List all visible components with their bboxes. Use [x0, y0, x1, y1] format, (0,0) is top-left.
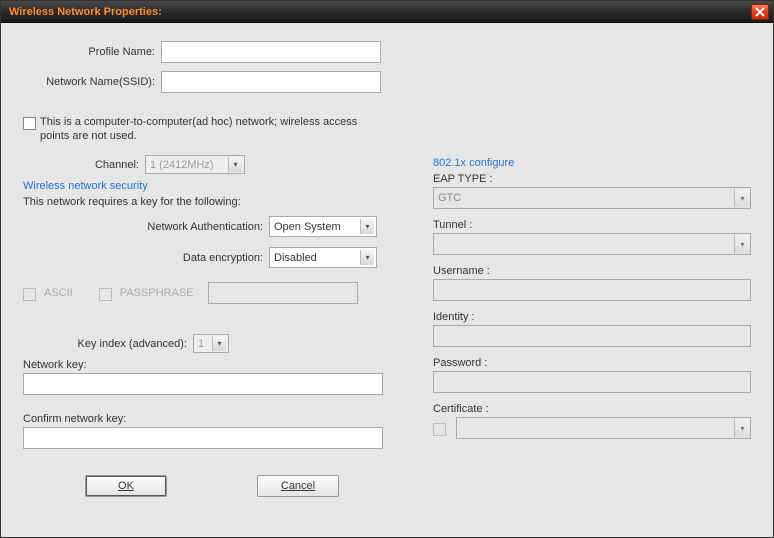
window-title: Wireless Network Properties:: [9, 6, 162, 18]
network-auth-label: Network Authentication:: [23, 221, 269, 233]
tunnel-label: Tunnel :: [433, 219, 751, 231]
profile-name-label: Profile Name:: [23, 46, 161, 58]
chevron-down-icon: ▾: [734, 189, 750, 207]
chevron-down-icon: ▾: [734, 419, 750, 437]
chevron-down-icon: ▾: [228, 157, 242, 172]
data-encryption-value: Disabled: [274, 252, 317, 264]
adhoc-checkbox[interactable]: [23, 117, 36, 130]
certificate-checkbox: [433, 423, 446, 436]
identity-label: Identity :: [433, 311, 751, 323]
username-label: Username :: [433, 265, 751, 277]
ascii-label: ASCII: [44, 287, 73, 299]
ok-button[interactable]: OK: [85, 475, 167, 497]
chevron-down-icon: ▾: [360, 219, 374, 234]
password-input: [433, 371, 751, 393]
eap-type-value: GTC: [438, 192, 461, 204]
network-key-input[interactable]: [23, 373, 383, 395]
security-description: This network requires a key for the foll…: [23, 196, 397, 208]
left-column: Profile Name: Network Name(SSID): This i…: [23, 41, 397, 497]
cancel-button[interactable]: Cancel: [257, 475, 339, 497]
chevron-down-icon: ▾: [734, 235, 750, 253]
dialog-content: Profile Name: Network Name(SSID): This i…: [1, 23, 773, 515]
channel-value: 1 (2412MHz): [150, 159, 214, 171]
confirm-key-input[interactable]: [23, 427, 383, 449]
tunnel-select: ▾: [433, 233, 751, 255]
right-column: 802.1x configure EAP TYPE : GTC ▾ Tunnel…: [433, 41, 751, 497]
passphrase-input: [208, 282, 358, 304]
certificate-label: Certificate :: [433, 403, 751, 415]
ssid-label: Network Name(SSID):: [23, 76, 161, 88]
channel-label: Channel:: [23, 159, 145, 171]
passphrase-label: PASSPHRASE: [120, 287, 194, 299]
chevron-down-icon: ▾: [360, 250, 374, 265]
data-encryption-select[interactable]: Disabled ▾: [269, 247, 377, 268]
passphrase-checkbox: [99, 288, 112, 301]
ascii-checkbox: [23, 288, 36, 301]
network-auth-value: Open System: [274, 221, 341, 233]
eap-type-select: GTC ▾: [433, 187, 751, 209]
titlebar: Wireless Network Properties:: [1, 1, 773, 23]
channel-select: 1 (2412MHz) ▾: [145, 155, 245, 174]
close-icon: [755, 7, 765, 17]
adhoc-label: This is a computer-to-computer(ad hoc) n…: [40, 115, 380, 143]
chevron-down-icon: ▾: [212, 336, 226, 351]
key-index-select: 1 ▾: [193, 334, 229, 353]
password-label: Password :: [433, 357, 751, 369]
key-index-label: Key index (advanced):: [23, 338, 193, 350]
profile-name-input[interactable]: [161, 41, 381, 63]
confirm-key-label: Confirm network key:: [23, 413, 397, 425]
network-auth-select[interactable]: Open System ▾: [269, 216, 377, 237]
8021x-title: 802.1x configure: [433, 157, 751, 169]
data-encryption-label: Data encryption:: [23, 252, 269, 264]
network-key-label: Network key:: [23, 359, 397, 371]
identity-input: [433, 325, 751, 347]
wireless-properties-dialog: Wireless Network Properties: Profile Nam…: [0, 0, 774, 538]
username-input: [433, 279, 751, 301]
close-button[interactable]: [751, 4, 769, 20]
eap-type-label: EAP TYPE :: [433, 173, 751, 185]
key-index-value: 1: [198, 338, 204, 350]
certificate-select: ▾: [456, 417, 751, 439]
security-group-title: Wireless network security: [23, 180, 397, 192]
ssid-input[interactable]: [161, 71, 381, 93]
